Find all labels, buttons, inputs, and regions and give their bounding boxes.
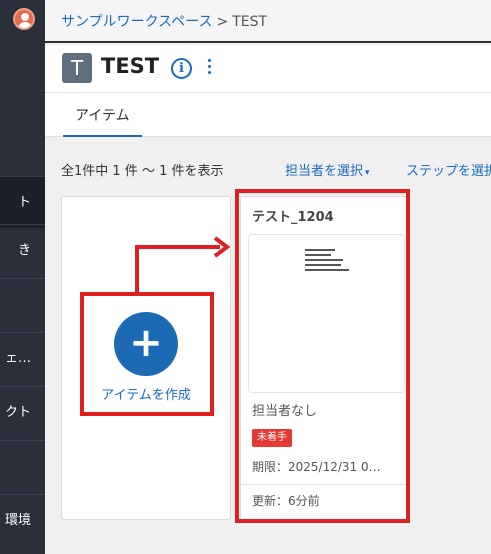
sidebar-item-label: ト [17, 195, 31, 210]
info-icon[interactable]: i [171, 58, 192, 79]
sidebar-item-label: 環境 [4, 513, 31, 528]
breadcrumb-current: TEST [232, 14, 268, 30]
breadcrumb-workspace-link[interactable]: サンプルワークスペース [61, 14, 212, 30]
chevron-down-icon: ▾ [365, 168, 370, 178]
assignee-filter-dropdown[interactable]: 担当者を選択 ▾ [285, 160, 370, 179]
tab-items[interactable]: アイテム [63, 93, 142, 137]
result-count: 全1件中 1 件 ～ 1 件を表示 [61, 164, 224, 179]
sidebar-item-3[interactable] [0, 278, 45, 330]
sidebar-item-1[interactable]: ト [0, 176, 45, 228]
breadcrumb: サンプルワークスペース > TEST [61, 11, 267, 31]
project-icon: T [62, 53, 92, 83]
user-avatar-icon[interactable] [13, 8, 35, 30]
step-filter-dropdown[interactable]: ステップを選択 [406, 160, 491, 179]
sidebar-item-2[interactable]: き [0, 224, 45, 276]
title-bar: T TEST i [45, 45, 491, 93]
sidebar-item-5[interactable]: クト [0, 386, 45, 438]
annotation-highlight-item [235, 189, 410, 523]
page-title: TEST [101, 54, 160, 78]
sidebar-item-7[interactable]: 環境 [0, 494, 45, 546]
sidebar-item-label: ェ… [4, 351, 31, 366]
sidebar-item-6[interactable] [0, 440, 45, 492]
sidebar-item-4[interactable]: ェ… [0, 332, 45, 384]
sidebar-item-label: クト [4, 405, 31, 420]
sidebar: ト き ェ… クト 環境 [0, 0, 45, 554]
breadcrumb-separator: > [216, 14, 229, 30]
tab-bar: アイテム [45, 93, 491, 137]
more-options-icon[interactable] [205, 56, 213, 80]
annotation-highlight-create [80, 292, 214, 416]
sidebar-item-label: き [17, 243, 31, 258]
topbar: サンプルワークスペース > TEST [45, 0, 491, 43]
assignee-filter-label: 担当者を選択 [285, 164, 364, 179]
